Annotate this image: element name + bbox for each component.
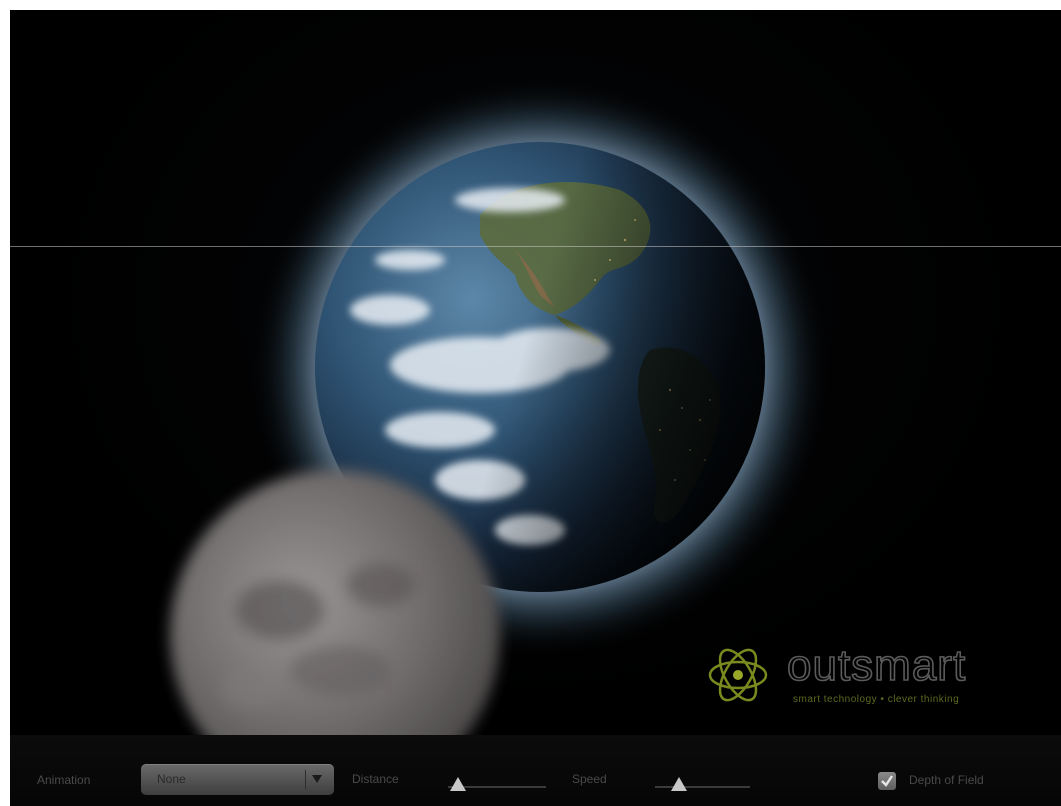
- checkmark-icon: [881, 775, 893, 787]
- app-frame: outsmart smart technology • clever think…: [10, 10, 1061, 806]
- chevron-down-icon: [312, 775, 322, 783]
- logo-tagline: smart technology • clever thinking: [793, 694, 960, 705]
- 3d-viewport[interactable]: outsmart smart technology • clever think…: [10, 10, 1061, 735]
- speed-slider[interactable]: [655, 775, 750, 795]
- slider-thumb[interactable]: [670, 777, 687, 791]
- control-toolbar: Animation None Distance Speed Depth of F…: [10, 735, 1061, 806]
- slider-track: [655, 786, 750, 788]
- distance-slider[interactable]: [448, 775, 546, 795]
- depth-of-field-checkbox[interactable]: [878, 772, 896, 790]
- animation-dropdown[interactable]: None: [141, 764, 334, 795]
- depth-of-field-label: Depth of Field: [909, 773, 984, 787]
- atom-logo-icon: [708, 648, 768, 702]
- distance-label: Distance: [352, 772, 399, 786]
- logo-wordmark: outsmart: [786, 641, 967, 690]
- speed-label: Speed: [572, 772, 607, 786]
- outsmart-logo: outsmart smart technology • clever think…: [705, 642, 1035, 712]
- dropdown-button[interactable]: [305, 770, 328, 789]
- scanline-artifact: [10, 246, 1061, 247]
- scene: [170, 77, 830, 735]
- animation-dropdown-value: None: [157, 772, 186, 786]
- animation-label: Animation: [37, 773, 91, 787]
- slider-thumb[interactable]: [449, 777, 466, 791]
